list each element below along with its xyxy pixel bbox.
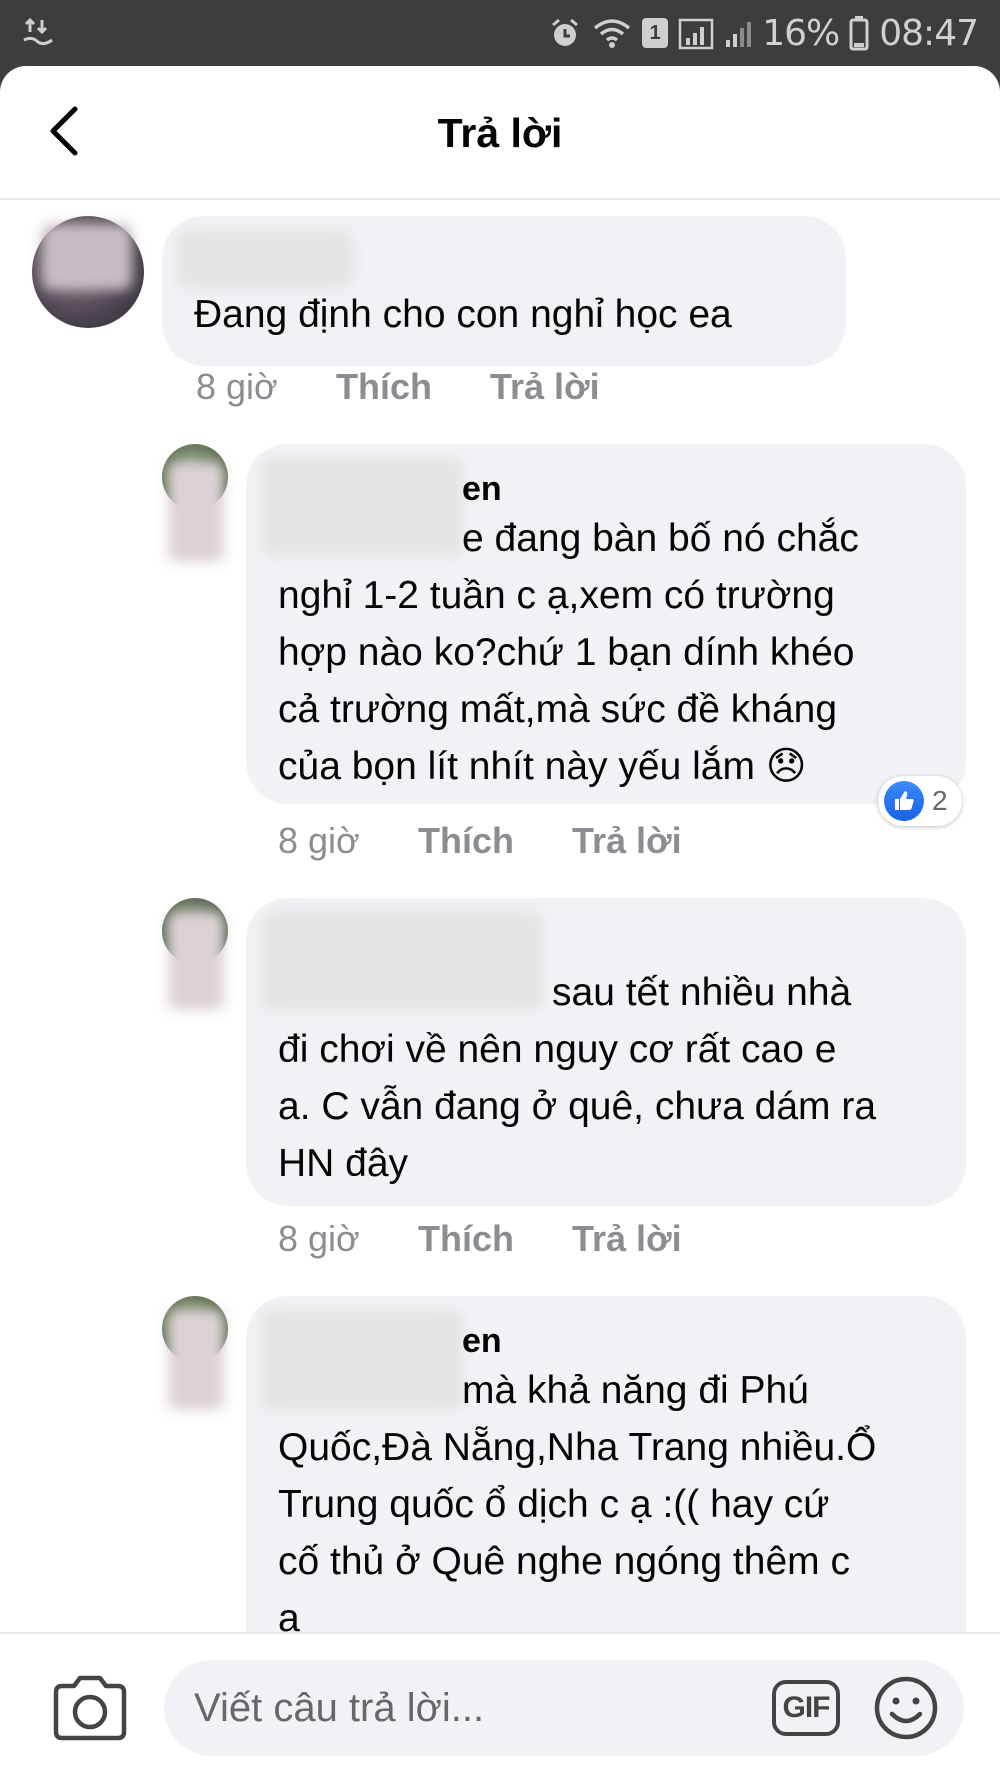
like-button[interactable]: Thích (418, 820, 572, 862)
redacted-author-name (178, 230, 352, 288)
reaction-badge[interactable]: 2 (878, 776, 962, 826)
emoji-icon[interactable] (872, 1674, 940, 1742)
reply-input[interactable] (194, 1676, 754, 1740)
comment-text-first-line: sau tết nhiều nhà (552, 971, 852, 1014)
gif-button[interactable]: GIF (772, 1680, 840, 1736)
camera-icon[interactable] (50, 1672, 130, 1744)
status-bar: 1 16% 08:47 (0, 0, 1000, 66)
clock: 08:47 (879, 12, 979, 54)
redacted-avatar (168, 912, 224, 1010)
comment-actions: 8 giờ Thích Trả lời (278, 1218, 682, 1260)
reaction-count: 2 (932, 785, 948, 816)
wifi-icon (594, 19, 631, 48)
comment-text: nghỉ 1-2 tuần c ạ,xem có trường hợp nào … (278, 574, 855, 788)
like-icon (884, 781, 924, 821)
comment-time: 8 giờ (278, 820, 360, 861)
signal-icon-2 (726, 22, 752, 47)
redacted-avatar (42, 224, 132, 290)
like-button[interactable]: Thích (418, 1218, 572, 1260)
comment-text: Đang định cho con nghỉ học ea (194, 293, 732, 336)
signal-icon (678, 18, 714, 50)
status-indicators: 1 16% 08:47 (548, 10, 979, 56)
redacted-author-name (262, 912, 542, 1010)
alarm-icon (552, 18, 579, 46)
sim-badge: 1 (642, 18, 669, 48)
like-button[interactable]: Thích (336, 366, 490, 408)
battery-icon (849, 16, 869, 51)
header: Trả lời (0, 66, 1000, 200)
redacted-author-name (262, 1310, 462, 1410)
comment-text: đi chơi về nên nguy cơ rất cao e a. C vẫ… (278, 1028, 877, 1185)
redacted-avatar (168, 1310, 224, 1410)
reply-composer: GIF (0, 1632, 1000, 1778)
comment-actions: 8 giờ Thích Trả lời (278, 820, 682, 862)
comment-text-first-line: mà khả năng đi Phú (462, 1369, 809, 1412)
redacted-author-name (262, 458, 462, 556)
reply-sheet: Trả lời Đang định cho con nghỉ học ea 8 … (0, 66, 1000, 1778)
comment-author[interactable]: en (462, 1322, 502, 1361)
notification-icon (23, 17, 53, 46)
page-title: Trả lời (437, 110, 563, 156)
comment-time: 8 giờ (278, 1218, 360, 1259)
comment-author[interactable]: en (462, 470, 502, 509)
reply-input-container[interactable]: GIF (164, 1660, 964, 1756)
comment-text-first-line: e đang bàn bố nó chắc (462, 517, 859, 560)
redacted-avatar (168, 462, 224, 562)
comment-actions: 8 giờ Thích Trả lời (196, 366, 600, 408)
comment-time: 8 giờ (196, 366, 278, 407)
reply-button[interactable]: Trả lời (490, 366, 600, 408)
reply-button[interactable]: Trả lời (572, 1218, 682, 1260)
battery-percent: 16% (762, 12, 840, 54)
comment-text: Quốc,Đà Nẵng,Nha Trang nhiều.Ổ Trung quố… (278, 1426, 877, 1640)
reply-button[interactable]: Trả lời (572, 820, 682, 862)
